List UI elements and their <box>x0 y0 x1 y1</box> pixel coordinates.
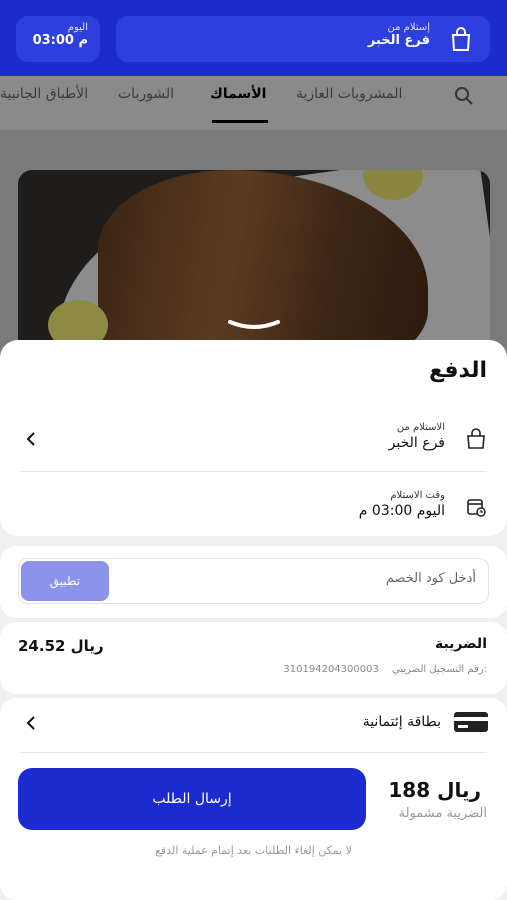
shopping-bag-icon <box>467 428 485 449</box>
payment-sheet: الدفع الاستلام من فرع الخبر وقت الاستلام… <box>0 340 507 900</box>
branch-value: فرع الخبر <box>367 33 430 48</box>
submit-order-button[interactable]: إرسال الطلب <box>18 768 366 830</box>
payment-method-label: بطاقة إئتمانية <box>362 714 441 730</box>
category-tabs: الأطباق الجانبية الشوربات الأسماك المشرو… <box>0 76 507 130</box>
apply-coupon-button[interactable]: تطبيق <box>21 561 109 601</box>
top-bar: اليوم 03:00 م إستلام من فرع الخبر <box>0 0 507 76</box>
drag-handle-icon[interactable] <box>228 318 280 332</box>
search-icon[interactable] <box>454 86 474 106</box>
pickup-branch-row[interactable]: الاستلام من فرع الخبر <box>20 420 487 460</box>
tab-fish[interactable]: الأسماك <box>210 86 266 102</box>
active-tab-indicator <box>212 120 268 123</box>
pickup-time-value: اليوم 03:00 م <box>358 503 445 519</box>
pickup-time-pill[interactable]: اليوم 03:00 م <box>16 16 100 62</box>
tax-title: الضريبة <box>434 636 487 652</box>
time-value: 03:00 م <box>32 33 88 48</box>
coupon-field[interactable]: أدخل كود الخصم تطبيق <box>18 558 489 604</box>
time-label: اليوم <box>67 22 88 33</box>
calendar-clock-icon <box>467 499 486 517</box>
total-price: 188 ريال <box>388 778 481 802</box>
tax-card <box>0 622 507 694</box>
credit-card-icon <box>454 712 488 732</box>
sheet-title: الدفع <box>429 358 487 383</box>
chevron-left-icon <box>26 432 35 446</box>
pickup-card: الدفع الاستلام من فرع الخبر وقت الاستلام… <box>0 340 507 536</box>
chevron-left-icon <box>26 716 35 730</box>
pickup-branch-pill[interactable]: إستلام من فرع الخبر <box>116 16 490 62</box>
pickup-time-row: وقت الاستلام اليوم 03:00 م <box>20 488 487 528</box>
tab-side-dishes[interactable]: الأطباق الجانبية <box>0 86 88 102</box>
shopping-bag-icon <box>451 27 471 51</box>
coupon-input[interactable]: أدخل كود الخصم <box>386 571 476 586</box>
tax-registration-number: 310194204300003 <box>283 664 379 675</box>
tab-soft-drinks[interactable]: المشروبات الغازية <box>296 86 402 102</box>
tax-amount: 24.52 ريال <box>18 637 104 655</box>
pickup-label: الاستلام من <box>396 422 445 433</box>
tax-registration-label: رقم التسجيل الضريبي: <box>392 664 487 675</box>
divider <box>20 752 487 753</box>
tax-registration: 310194204300003 رقم التسجيل الضريبي: <box>283 664 487 675</box>
divider <box>20 471 487 472</box>
footer-note: لا يمكن إلغاء الطلبات بعد إتمام عملية ال… <box>155 844 352 857</box>
tab-soups[interactable]: الشوربات <box>118 86 174 102</box>
pickup-time-label: وقت الاستلام <box>390 490 445 501</box>
pickup-value: فرع الخبر <box>388 435 445 451</box>
branch-label: إستلام من <box>387 22 430 33</box>
tax-included-note: الضريبة مشمولة <box>398 806 487 821</box>
